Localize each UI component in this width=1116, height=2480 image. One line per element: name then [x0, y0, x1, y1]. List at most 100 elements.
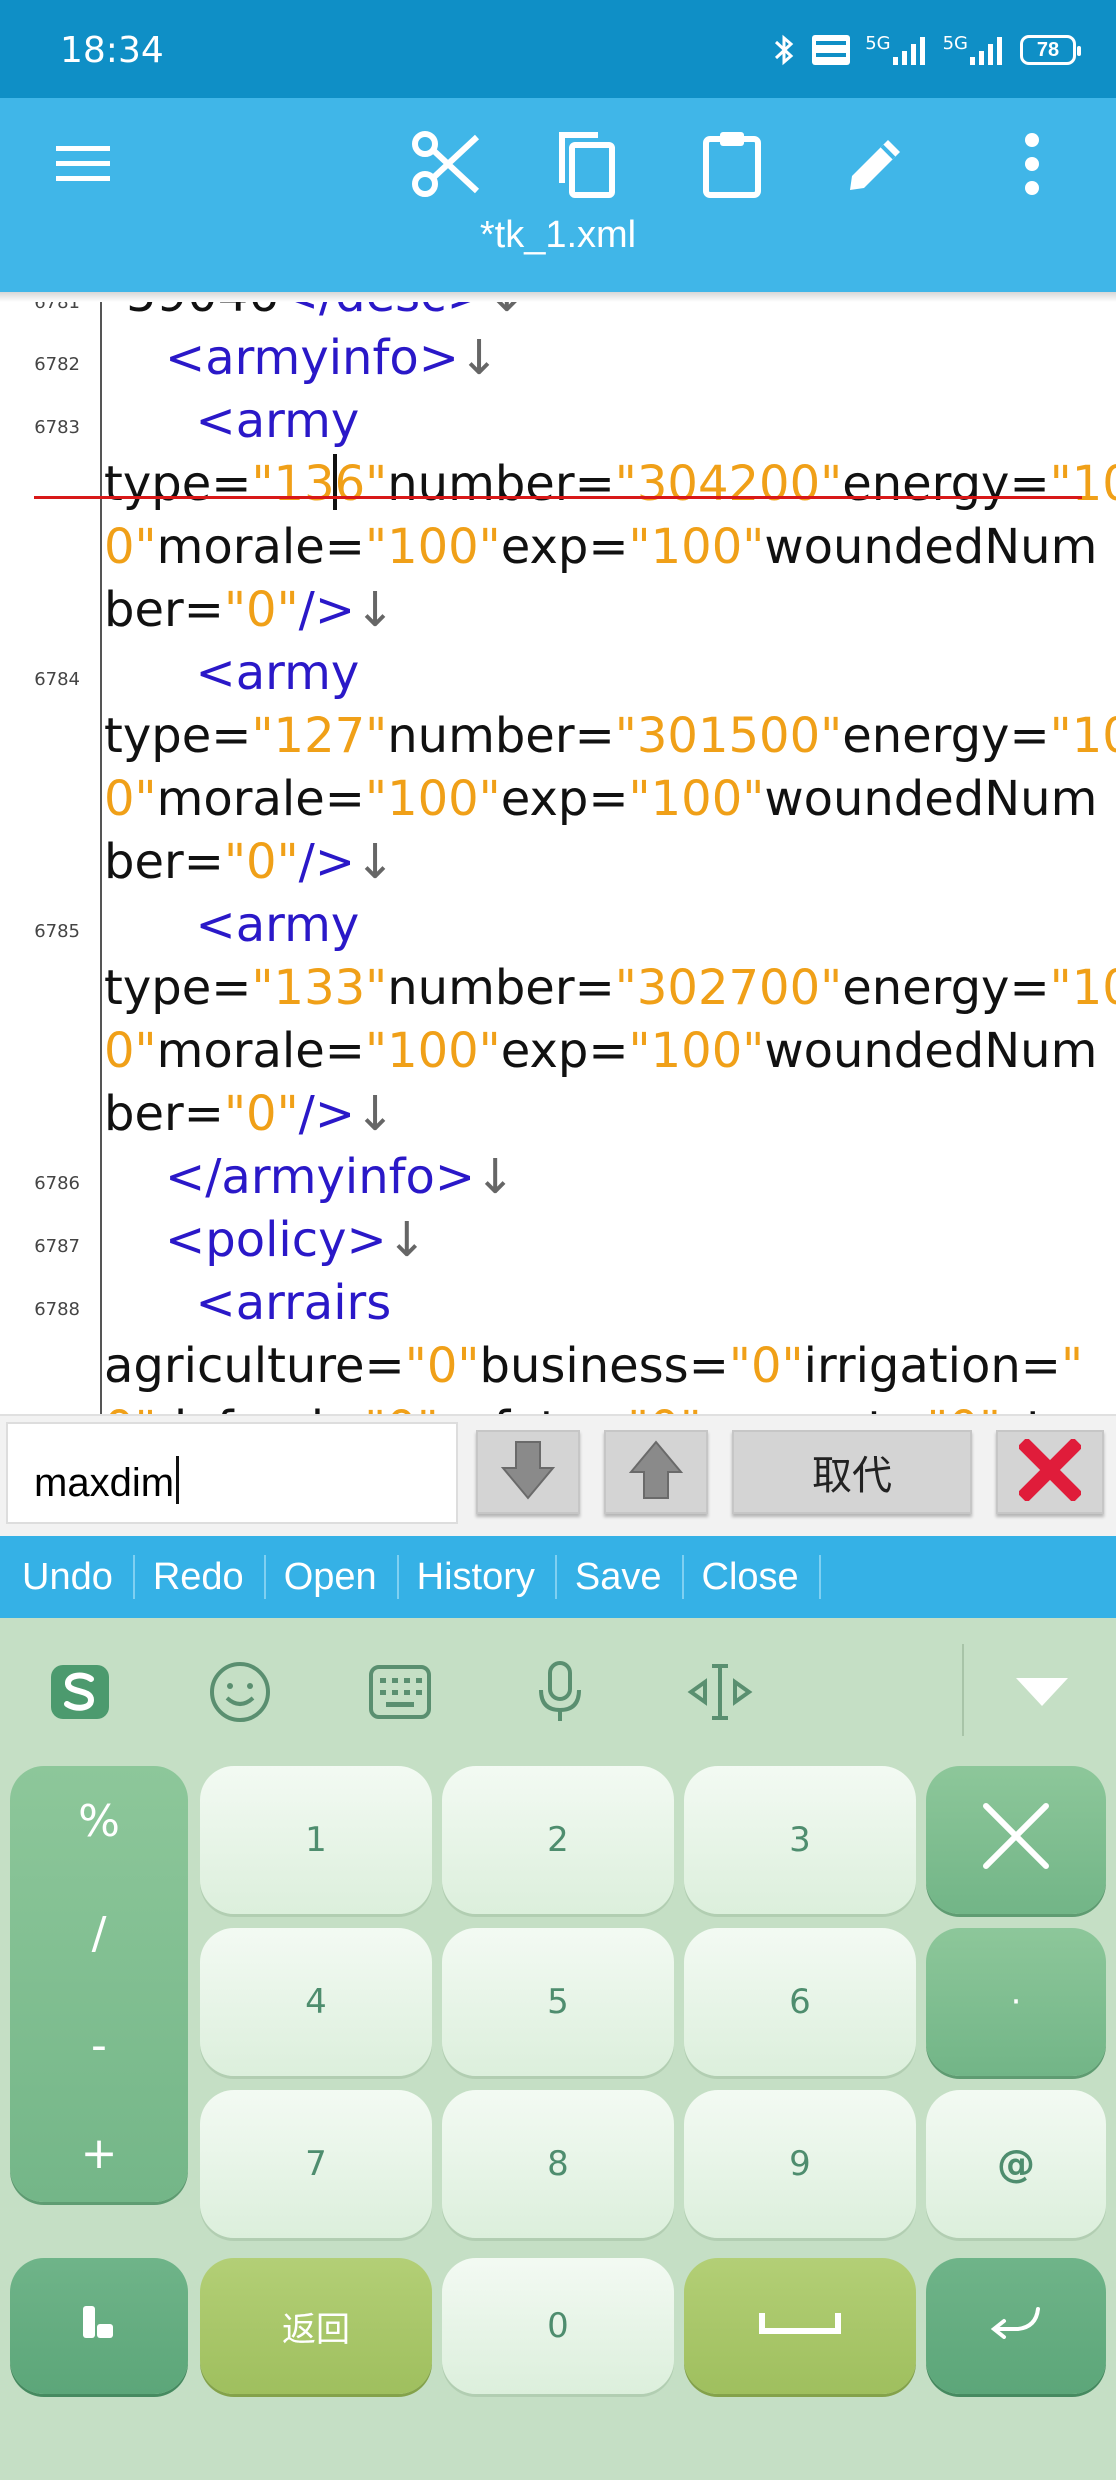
file-title: *tk_1.xml: [479, 214, 637, 256]
newline-marker: ↓: [355, 834, 396, 890]
code-line: 0"morale="100"exp="100"woundedNum: [104, 1020, 1097, 1083]
code-value: "10: [1049, 960, 1116, 1016]
code-attr: morale=: [156, 771, 365, 827]
signal-icon: 5G: [865, 33, 928, 67]
key-9[interactable]: 9: [684, 2090, 916, 2238]
code-attr: type=: [104, 708, 252, 764]
history-button[interactable]: History: [417, 1555, 557, 1599]
code-value: "0": [627, 1401, 702, 1414]
copy-icon[interactable]: [536, 114, 636, 214]
edit-icon[interactable]: [826, 114, 926, 214]
code-attr: number=: [387, 456, 615, 512]
close-find-button[interactable]: [996, 1430, 1104, 1514]
paste-icon[interactable]: [682, 114, 782, 214]
find-next-button[interactable]: [476, 1430, 580, 1514]
key-4[interactable]: 4: [200, 1928, 432, 2076]
space-key[interactable]: [684, 2258, 916, 2394]
close-button[interactable]: Close: [702, 1555, 821, 1599]
text-cursor: [176, 1456, 180, 1504]
key-7[interactable]: 7: [200, 2090, 432, 2238]
key-3[interactable]: 3: [684, 1766, 916, 1914]
emoji-icon[interactable]: [200, 1652, 280, 1732]
code-tag: <army: [195, 393, 360, 449]
code-value: "100": [628, 519, 765, 575]
line-number: 6788: [34, 1299, 80, 1320]
key-0[interactable]: 0: [442, 2258, 674, 2394]
key-6[interactable]: 6: [684, 1928, 916, 2076]
symbol-column[interactable]: % / - +: [10, 1766, 188, 2202]
cursor-move-icon[interactable]: [680, 1652, 760, 1732]
more-icon[interactable]: [982, 114, 1082, 214]
app-toolbar: *tk_1.xml: [0, 98, 1116, 292]
code-value: "100": [628, 1023, 765, 1079]
code-attr: ber=: [104, 834, 224, 890]
code-value: 0": [104, 771, 157, 827]
delete-key[interactable]: [926, 1766, 1106, 1914]
key-slash[interactable]: /: [10, 1908, 188, 1959]
key-dot[interactable]: ·: [926, 1928, 1106, 2076]
search-input[interactable]: maxdim: [6, 1422, 458, 1524]
code-tag: />: [298, 834, 356, 890]
code-line: type="133"number="302700"energy="10: [104, 957, 1116, 1020]
status-time: 18:34: [60, 30, 164, 71]
line-number: 6786: [34, 1173, 80, 1194]
code-attr: number=: [387, 960, 615, 1016]
save-button[interactable]: Save: [575, 1555, 684, 1599]
undo-button[interactable]: Undo: [22, 1555, 135, 1599]
key-percent[interactable]: %: [10, 1796, 188, 1847]
key-5[interactable]: 5: [442, 1928, 674, 2076]
battery-icon: 78: [1020, 35, 1081, 65]
battery-level: 78: [1036, 38, 1060, 61]
code-value: ": [1060, 1338, 1084, 1394]
newline-marker: ↓: [355, 582, 396, 638]
key-1[interactable]: 1: [200, 1766, 432, 1914]
key-plus[interactable]: +: [10, 2128, 188, 2179]
code-value: "0": [223, 834, 299, 890]
gutter-divider: [100, 292, 102, 1414]
newline-marker: ↓: [475, 1149, 516, 1205]
toolbar-shadow: [0, 292, 1116, 302]
find-previous-button[interactable]: [604, 1430, 708, 1514]
hd-icon: [811, 33, 851, 67]
code-line: </armyinfo>↓: [104, 1146, 515, 1209]
hide-keyboard-icon[interactable]: [1002, 1652, 1082, 1732]
key-at[interactable]: @: [926, 2090, 1106, 2238]
code-line: <arrairs: [104, 1272, 392, 1335]
code-line: 0"morale="100"exp="100"woundedNum: [104, 516, 1097, 579]
current-line-marker: [34, 496, 1082, 499]
line-number: 6787: [34, 1236, 80, 1257]
code-attr: type=: [104, 960, 252, 1016]
newline-marker: ↓: [458, 330, 500, 386]
code-tag: </armyinfo>: [165, 1149, 476, 1205]
keyboard-icon[interactable]: [360, 1652, 440, 1732]
code-value: 0": [104, 519, 157, 575]
key-8[interactable]: 8: [442, 2090, 674, 2238]
network-type-label: 5G: [865, 33, 891, 54]
code-line: <army: [104, 642, 360, 705]
menu-icon[interactable]: [34, 114, 134, 214]
switch-input-key[interactable]: [10, 2258, 188, 2394]
replace-button[interactable]: 取代: [732, 1430, 972, 1514]
enter-key[interactable]: [926, 2258, 1106, 2394]
code-attr: ber=: [104, 582, 224, 638]
cut-icon[interactable]: [396, 114, 496, 214]
space-icon: [758, 2306, 842, 2346]
back-key[interactable]: 返回: [200, 2258, 432, 2394]
code-value: "0": [728, 1338, 804, 1394]
newline-marker: ↓: [386, 1212, 427, 1268]
code-value: "10: [1049, 456, 1116, 512]
key-2[interactable]: 2: [442, 1766, 674, 1914]
microphone-icon[interactable]: [520, 1652, 600, 1732]
code-editor[interactable]: 6781 6782 6783 6784 6785 6786 6787 6788 …: [0, 292, 1116, 1414]
open-button[interactable]: Open: [284, 1555, 399, 1599]
key-minus[interactable]: -: [10, 2020, 188, 2071]
sogou-logo-icon[interactable]: [40, 1652, 120, 1732]
find-bar: maxdim 取代: [0, 1414, 1116, 1538]
code-value: "0": [404, 1338, 480, 1394]
code-value: "0": [364, 1401, 439, 1414]
redo-button[interactable]: Redo: [153, 1555, 266, 1599]
